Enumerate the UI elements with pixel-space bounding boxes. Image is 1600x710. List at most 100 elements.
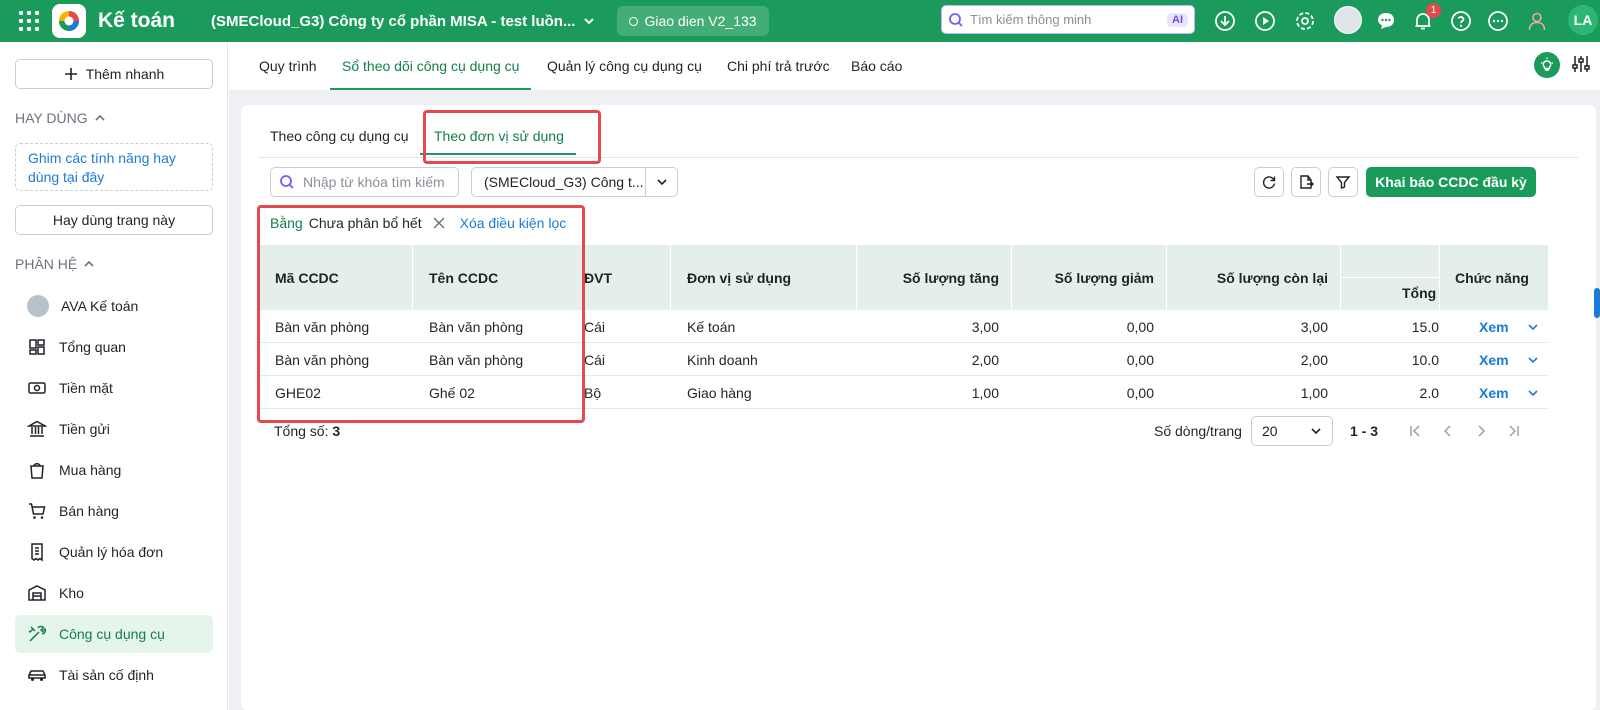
sidebar-item-deposit[interactable]: Tiền gửi <box>15 410 213 448</box>
cell-increase: 1,00 <box>971 384 999 401</box>
download-icon[interactable] <box>1213 9 1237 33</box>
col-header-total[interactable]: Tổng g <box>1340 245 1439 310</box>
sliders-icon[interactable] <box>1570 53 1594 77</box>
sidebar-item-overview[interactable]: Tổng quan <box>15 328 213 366</box>
cell-total: 10.0 <box>1411 351 1439 368</box>
chevron-up-icon <box>95 114 105 121</box>
user-icon[interactable] <box>1525 9 1549 33</box>
more-icon[interactable] <box>1486 9 1510 33</box>
tab-by-tool[interactable]: Theo công cụ dụng cụ <box>270 119 409 153</box>
total-count: Tổng số: 3 <box>274 423 340 439</box>
view-action[interactable]: Xem <box>1479 343 1539 376</box>
app-launcher-icon[interactable] <box>16 8 42 34</box>
cell-name: Ghế 02 <box>429 384 475 401</box>
sidebar-item-label: Bán hàng <box>59 503 119 519</box>
play-video-icon[interactable] <box>1253 9 1277 33</box>
tab-by-department[interactable]: Theo đơn vị sử dụng <box>420 119 576 155</box>
notification-badge: 1 <box>1426 3 1441 18</box>
first-page-icon[interactable] <box>1405 421 1425 441</box>
col-header-unit[interactable]: ĐVT <box>584 245 674 310</box>
scroll-handle[interactable] <box>1594 288 1600 318</box>
clear-filter-link[interactable]: Xóa điều kiện lọc <box>460 215 567 231</box>
col-header-remaining[interactable]: Số lượng còn lại <box>1166 245 1340 310</box>
user-avatar[interactable]: LA <box>1568 5 1598 35</box>
refresh-icon[interactable] <box>1254 167 1284 197</box>
pin-hint[interactable]: Ghim các tính năng hay dùng tại đây <box>15 143 213 191</box>
view-link[interactable]: Xem <box>1479 352 1509 368</box>
prev-page-icon[interactable] <box>1438 421 1458 441</box>
view-link[interactable]: Xem <box>1479 385 1509 401</box>
tab-process[interactable]: Quy trình <box>259 42 317 90</box>
main-tab-bar: Quy trình Sổ theo dõi công cụ dụng cụ Qu… <box>229 42 1600 90</box>
bot-avatar[interactable] <box>1334 6 1362 34</box>
sidebar-item-sales[interactable]: Bán hàng <box>15 492 213 530</box>
sidebar-item-fixed-assets[interactable]: Tài sản cố định <box>15 656 213 694</box>
search-placeholder: Tìm kiếm thông minh <box>970 12 1092 27</box>
sidebar-item-warehouse[interactable]: Kho <box>15 574 213 612</box>
quick-add-button[interactable]: Thêm nhanh <box>15 59 213 89</box>
col-header-decrease[interactable]: Số lượng giảm <box>1011 245 1166 310</box>
view-action[interactable]: Xem <box>1479 310 1539 343</box>
frequent-page-button[interactable]: Hay dùng trang này <box>15 205 213 235</box>
tab-tool-management[interactable]: Quản lý công cụ dụng cụ <box>547 42 702 90</box>
tab-prepaid-expenses[interactable]: Chi phí trả trước <box>727 42 830 90</box>
cell-code: Bàn văn phòng <box>275 318 370 335</box>
keyword-search-input[interactable]: Nhập từ khóa tìm kiếm <box>270 167 459 197</box>
view-action[interactable]: Xem <box>1479 376 1539 409</box>
table-row[interactable]: GHE02 Ghế 02 Bộ Giao hàng 1,00 0,00 1,00… <box>258 376 1548 409</box>
sidebar-item-label: Quản lý hóa đơn <box>59 544 164 560</box>
active-filter: Bằng Chưa phân bổ hết Xóa điều kiện lọc <box>270 213 566 233</box>
tab-tool-ledger[interactable]: Sổ theo dõi công cụ dụng cụ <box>329 42 532 90</box>
col-header-code[interactable]: Mã CCDC <box>275 245 415 310</box>
chevron-down-icon[interactable] <box>1527 354 1539 366</box>
sidebar-item-ava[interactable]: AVA Kế toán <box>15 287 213 325</box>
company-selector[interactable]: (SMECloud_G3) Công ty cổ phần MISA - tes… <box>211 13 595 30</box>
view-link[interactable]: Xem <box>1479 319 1509 335</box>
tab-reports[interactable]: Báo cáo <box>851 42 902 90</box>
sidebar-item-tools[interactable]: Công cụ dụng cụ <box>15 615 213 653</box>
sidebar-item-purchase[interactable]: Mua hàng <box>15 451 213 489</box>
warehouse-icon <box>28 585 46 601</box>
lightbulb-icon[interactable] <box>1534 52 1560 78</box>
company-name: (SMECloud_G3) Công ty cổ phần MISA - tes… <box>211 12 576 30</box>
page-range: 1 - 3 <box>1350 423 1379 439</box>
version-label: Giao dien V2_133 <box>644 13 757 29</box>
frequent-section-toggle[interactable]: HAY DÙNG <box>15 110 106 126</box>
header-group-divider <box>1340 277 1439 278</box>
company-select-value: (SMECloud_G3) Công t... <box>484 174 644 190</box>
last-page-icon[interactable] <box>1504 421 1524 441</box>
table-row[interactable]: Bàn văn phòng Bàn văn phòng Cái Kinh doa… <box>258 343 1548 376</box>
chat-icon[interactable] <box>1374 9 1398 33</box>
cell-department: Giao hàng <box>687 384 752 401</box>
company-select[interactable]: (SMECloud_G3) Công t... <box>471 167 678 197</box>
ava-avatar <box>27 295 49 317</box>
version-pill[interactable]: Giao dien V2_133 <box>617 6 769 36</box>
filter-icon[interactable] <box>1328 167 1358 197</box>
modules-section-toggle[interactable]: PHÂN HỆ <box>15 256 95 272</box>
bell-icon[interactable]: 1 <box>1411 3 1441 33</box>
sidebar-item-cash[interactable]: Tiền mặt <box>15 369 213 407</box>
cell-total: 15.0 <box>1411 318 1439 335</box>
help-icon[interactable] <box>1449 9 1473 33</box>
col-header-department[interactable]: Đơn vị sử dụng <box>670 245 856 310</box>
next-page-icon[interactable] <box>1471 421 1491 441</box>
rows-per-page-value: 20 <box>1262 423 1278 439</box>
declare-opening-tools-button[interactable]: Khai báo CCDC đầu kỳ <box>1366 167 1536 197</box>
main-area: Quy trình Sổ theo dõi công cụ dụng cụ Qu… <box>229 42 1600 710</box>
col-header-name[interactable]: Tên CCDC <box>412 245 570 310</box>
sidebar-item-invoices[interactable]: Quản lý hóa đơn <box>15 533 213 571</box>
close-icon[interactable] <box>432 216 446 230</box>
rows-per-page-select[interactable]: 20 <box>1251 416 1333 446</box>
smart-search-input[interactable]: Tìm kiếm thông minh AI <box>941 5 1195 34</box>
col-header-increase[interactable]: Số lượng tăng <box>856 245 1011 310</box>
export-icon[interactable] <box>1291 167 1321 197</box>
table-row[interactable]: Bàn văn phòng Bàn văn phòng Cái Kế toán … <box>258 310 1548 343</box>
shopping-bag-icon <box>30 463 44 479</box>
cell-increase: 3,00 <box>971 318 999 335</box>
cell-decrease: 0,00 <box>1126 384 1154 401</box>
chevron-down-icon[interactable] <box>1527 321 1539 333</box>
gear-icon[interactable] <box>1293 9 1317 33</box>
chevron-down-icon[interactable] <box>1527 387 1539 399</box>
cell-unit: Cái <box>584 351 606 368</box>
cell-decrease: 0,00 <box>1126 351 1154 368</box>
